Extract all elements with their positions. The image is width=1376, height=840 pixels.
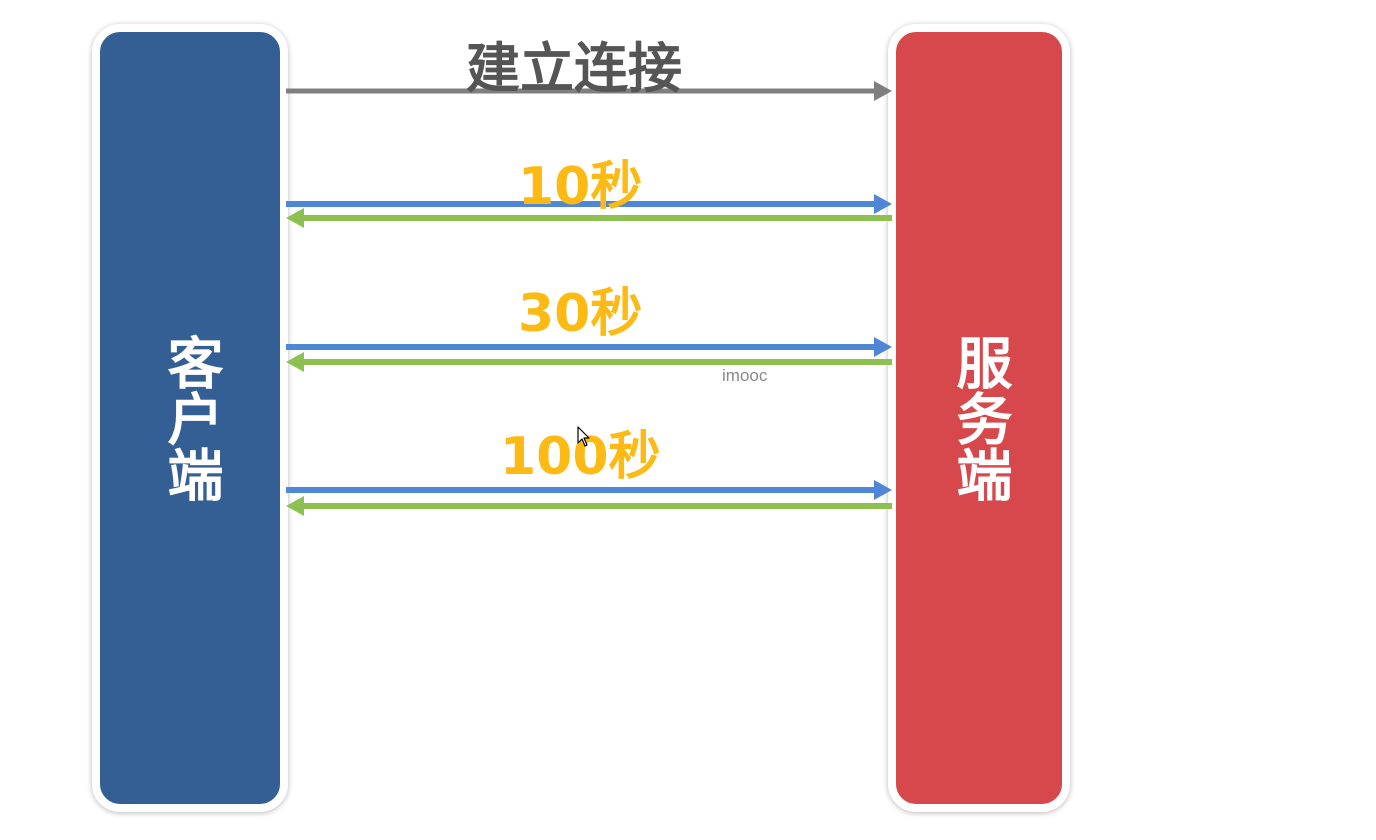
mouse-pointer-icon xyxy=(577,426,590,447)
interval-label-1: 10秒 xyxy=(518,157,643,217)
response-arrow-2 xyxy=(286,352,892,372)
arrow-layer xyxy=(286,81,892,516)
watermark: imooc xyxy=(722,366,768,385)
connect-label: 建立连接 xyxy=(466,37,682,100)
response-arrow-3 xyxy=(286,496,892,516)
interval-label-2: 30秒 xyxy=(518,284,643,344)
